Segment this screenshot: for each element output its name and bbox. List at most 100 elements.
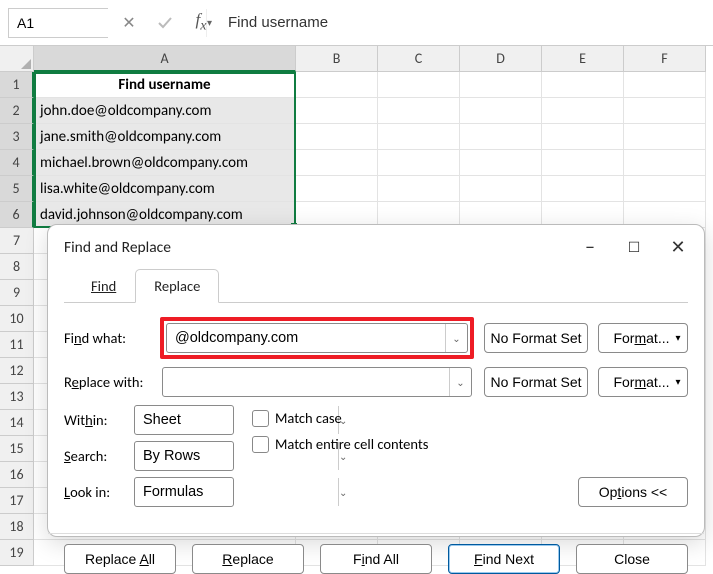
- find-what-input[interactable]: [167, 324, 445, 352]
- replace-with-label: Replace with:: [64, 373, 150, 391]
- col-header-E[interactable]: E: [542, 46, 624, 72]
- dialog-footer: Replace All Replace Find All Find Next C…: [48, 533, 704, 574]
- find-what-combo[interactable]: ⌄: [166, 323, 468, 353]
- options-button[interactable]: Options <<: [578, 477, 688, 507]
- cell[interactable]: [296, 124, 378, 150]
- row-header[interactable]: 14: [0, 410, 34, 436]
- checkbox-icon: [252, 410, 269, 427]
- dialog-title: Find and Replace: [64, 238, 568, 257]
- replace-button[interactable]: Replace: [192, 544, 304, 574]
- cell[interactable]: [378, 176, 460, 202]
- row-header[interactable]: 9: [0, 280, 34, 306]
- col-header-D[interactable]: D: [460, 46, 542, 72]
- replace-format-preview[interactable]: No Format Set: [484, 367, 588, 397]
- search-label: Search:: [64, 447, 126, 465]
- replace-with-combo[interactable]: ⌄: [162, 367, 472, 397]
- col-header-F[interactable]: F: [624, 46, 706, 72]
- row-header[interactable]: 10: [0, 306, 34, 332]
- col-header-B[interactable]: B: [296, 46, 378, 72]
- fx-icon[interactable]: fx: [186, 8, 216, 38]
- row-header[interactable]: 3: [0, 124, 34, 150]
- cell[interactable]: [624, 150, 706, 176]
- find-replace-dialog: Find and Replace – ☐ ✕ Find Replace Find…: [47, 224, 705, 537]
- cell[interactable]: [296, 72, 378, 98]
- cell[interactable]: [460, 176, 542, 202]
- checkbox-icon: [252, 436, 269, 453]
- col-header-C[interactable]: C: [378, 46, 460, 72]
- formula-bar: ▾ ✕ fx: [0, 0, 713, 46]
- find-next-button[interactable]: Find Next: [448, 544, 560, 574]
- cell[interactable]: [624, 176, 706, 202]
- replace-all-button[interactable]: Replace All: [64, 544, 176, 574]
- cell[interactable]: [542, 176, 624, 202]
- cell[interactable]: [460, 72, 542, 98]
- cell[interactable]: [542, 72, 624, 98]
- row-header[interactable]: 11: [0, 332, 34, 358]
- col-header-A[interactable]: A: [34, 46, 296, 72]
- tab-find[interactable]: Find: [72, 269, 135, 302]
- find-format-preview[interactable]: No Format Set: [484, 323, 588, 353]
- tab-find-label: Find: [91, 277, 116, 295]
- name-box[interactable]: ▾: [8, 8, 108, 38]
- tab-replace[interactable]: Replace: [135, 269, 219, 303]
- dialog-titlebar[interactable]: Find and Replace – ☐ ✕: [48, 225, 704, 269]
- formula-input[interactable]: [222, 8, 707, 38]
- row-header[interactable]: 4: [0, 150, 34, 176]
- cell[interactable]: [624, 98, 706, 124]
- cell[interactable]: [542, 124, 624, 150]
- close-button[interactable]: Close: [576, 544, 688, 574]
- replace-with-input[interactable]: [163, 368, 449, 396]
- row-header[interactable]: 15: [0, 436, 34, 462]
- row-header[interactable]: 1: [0, 72, 34, 98]
- lookin-combo[interactable]: ⌄: [134, 477, 234, 507]
- cell[interactable]: [542, 150, 624, 176]
- row-header[interactable]: 18: [0, 514, 34, 540]
- row-header[interactable]: 13: [0, 384, 34, 410]
- cell-A2[interactable]: john.doe@oldcompany.com: [34, 98, 296, 124]
- row-header[interactable]: 6: [0, 202, 34, 228]
- find-what-highlight: ⌄: [160, 317, 474, 359]
- row-header[interactable]: 8: [0, 254, 34, 280]
- cancel-formula-icon: ✕: [114, 8, 144, 38]
- lookin-label: Look in:: [64, 483, 126, 501]
- cell[interactable]: [296, 150, 378, 176]
- chevron-down-icon[interactable]: ⌄: [445, 324, 467, 352]
- cell[interactable]: [378, 98, 460, 124]
- row-header[interactable]: 12: [0, 358, 34, 384]
- tab-replace-label: Replace: [154, 277, 200, 295]
- cell[interactable]: [542, 98, 624, 124]
- match-entire-checkbox[interactable]: Match entire cell contents: [252, 435, 428, 453]
- row-header[interactable]: 5: [0, 176, 34, 202]
- cell[interactable]: [460, 150, 542, 176]
- cell[interactable]: [296, 176, 378, 202]
- cell-A1[interactable]: Find username: [34, 72, 296, 98]
- find-what-label: Find what:: [64, 329, 150, 347]
- find-all-button[interactable]: Find All: [320, 544, 432, 574]
- cell[interactable]: [378, 124, 460, 150]
- cell[interactable]: [624, 72, 706, 98]
- row-header[interactable]: 17: [0, 488, 34, 514]
- within-combo[interactable]: ⌄: [134, 405, 234, 435]
- cell[interactable]: [460, 124, 542, 150]
- find-format-button[interactable]: Format... ▾: [598, 323, 688, 353]
- close-window-button[interactable]: ✕: [656, 229, 700, 265]
- cell-A3[interactable]: jane.smith@oldcompany.com: [34, 124, 296, 150]
- within-label: Within:: [64, 411, 126, 429]
- select-all-corner[interactable]: [0, 46, 34, 72]
- cell[interactable]: [378, 150, 460, 176]
- minimize-button[interactable]: –: [568, 229, 612, 265]
- chevron-down-icon[interactable]: ⌄: [449, 368, 471, 396]
- cell[interactable]: [460, 98, 542, 124]
- match-case-checkbox[interactable]: Match case: [252, 409, 428, 427]
- cell[interactable]: [296, 98, 378, 124]
- row-header[interactable]: 16: [0, 462, 34, 488]
- row-header[interactable]: 2: [0, 98, 34, 124]
- cell-A4[interactable]: michael.brown@oldcompany.com: [34, 150, 296, 176]
- cell-A5[interactable]: lisa.white@oldcompany.com: [34, 176, 296, 202]
- maximize-button[interactable]: ☐: [612, 229, 656, 265]
- search-combo[interactable]: ⌄: [134, 441, 234, 471]
- cell[interactable]: [378, 72, 460, 98]
- replace-format-button[interactable]: Format... ▾: [598, 367, 688, 397]
- row-header[interactable]: 7: [0, 228, 34, 254]
- cell[interactable]: [624, 124, 706, 150]
